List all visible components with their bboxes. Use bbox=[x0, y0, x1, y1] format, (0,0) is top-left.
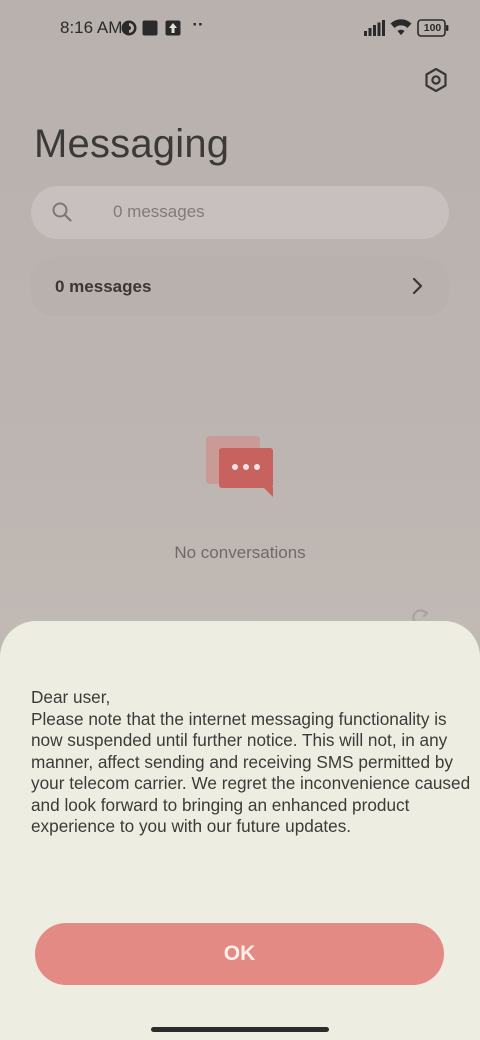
folder-label: 0 messages bbox=[55, 277, 152, 296]
square-notification-icon bbox=[142, 20, 158, 36]
chevron-right-icon bbox=[409, 276, 427, 296]
search-placeholder: 0 messages bbox=[113, 202, 205, 221]
home-indicator[interactable] bbox=[151, 1027, 329, 1032]
search-icon bbox=[51, 201, 73, 223]
more-notifications-icon: ·· bbox=[192, 15, 204, 34]
search-input[interactable]: 0 messages bbox=[31, 186, 449, 239]
notice-dialog: Dear user, Please note that the internet… bbox=[0, 621, 480, 1040]
signal-icon bbox=[364, 20, 386, 36]
wifi-icon bbox=[390, 18, 412, 36]
status-bar: 8:16 AM ·· 100 bbox=[0, 12, 480, 44]
messages-folder-row[interactable]: 0 messages bbox=[31, 257, 449, 316]
chat-bubbles-icon bbox=[205, 436, 277, 500]
upload-notification-icon bbox=[165, 20, 181, 36]
status-time: 8:16 AM bbox=[60, 18, 123, 37]
empty-state-label: No conversations bbox=[174, 543, 306, 562]
app-notification-icon bbox=[121, 20, 137, 36]
dialog-message: Dear user, Please note that the internet… bbox=[31, 687, 471, 836]
battery-level: 100 bbox=[423, 22, 442, 34]
page-title: Messaging bbox=[34, 122, 230, 166]
settings-hexagon-icon[interactable] bbox=[420, 64, 452, 96]
ok-button[interactable]: OK bbox=[35, 923, 444, 985]
